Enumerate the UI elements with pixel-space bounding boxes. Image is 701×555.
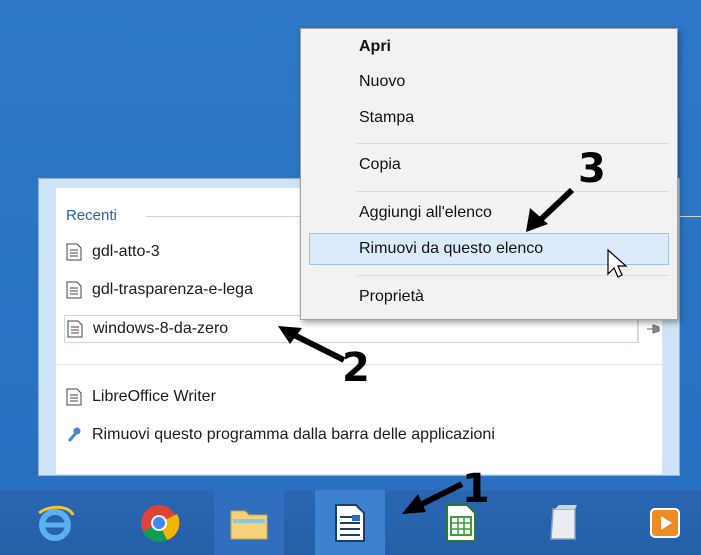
recent-item[interactable]: gdl-trasparenza-e-lega	[66, 276, 253, 304]
menu-item-print[interactable]: Stampa	[359, 103, 414, 133]
taskbar-app[interactable]	[20, 490, 90, 555]
taskbar-app[interactable]	[124, 490, 194, 555]
menu-item-new[interactable]: Nuovo	[359, 67, 405, 97]
taskbar-app[interactable]	[214, 490, 284, 555]
annotation-number-2: 2	[342, 345, 370, 391]
unpin-program-label: Rimuovi questo programma dalla barra del…	[92, 426, 495, 443]
app-launch-item[interactable]: LibreOffice Writer	[66, 383, 216, 411]
annotation-number-1: 1	[462, 466, 490, 512]
writer-document-icon	[66, 388, 82, 406]
file-explorer-icon	[230, 510, 268, 539]
menu-separator	[357, 143, 669, 144]
document-icon	[66, 281, 82, 299]
taskbar-app[interactable]	[630, 490, 700, 555]
document-icon	[67, 320, 83, 338]
internet-explorer-icon	[38, 505, 75, 541]
annotation-arrow-1	[402, 481, 464, 514]
app-launch-label: LibreOffice Writer	[92, 388, 216, 405]
taskbar-app[interactable]	[528, 490, 598, 555]
document-icon	[66, 243, 82, 261]
menu-item-properties[interactable]: Proprietà	[359, 282, 424, 312]
menu-item-open[interactable]: Apri	[359, 32, 391, 62]
menu-item-add-to-list[interactable]: Aggiungi all'elenco	[359, 198, 492, 228]
menu-separator	[357, 191, 669, 192]
annotation-arrow-3	[526, 187, 575, 232]
menu-item-copy[interactable]: Copia	[359, 150, 401, 180]
media-player-icon	[650, 507, 680, 538]
libreoffice-writer-icon	[335, 503, 365, 542]
taskbar	[0, 490, 701, 555]
annotation-arrow-2	[278, 326, 346, 363]
recent-item[interactable]: gdl-atto-3	[66, 238, 160, 266]
unpin-icon	[67, 427, 81, 442]
menu-item-remove-from-list[interactable]: Rimuovi da questo elenco	[359, 234, 543, 264]
recent-section-title: Recenti	[66, 207, 117, 224]
annotation-number-3: 3	[578, 146, 606, 192]
notepad-icon	[550, 504, 577, 540]
unpin-program-item[interactable]: Rimuovi questo programma dalla barra del…	[66, 421, 495, 449]
chrome-icon	[141, 504, 180, 542]
mouse-cursor-icon	[607, 248, 628, 278]
recent-item-label: windows-8-da-zero	[93, 320, 229, 337]
recent-item-label: gdl-atto-3	[92, 243, 160, 260]
recent-item-label: gdl-trasparenza-e-lega	[92, 281, 253, 298]
taskbar-app-active[interactable]	[315, 490, 385, 555]
pin-icon	[646, 324, 659, 334]
